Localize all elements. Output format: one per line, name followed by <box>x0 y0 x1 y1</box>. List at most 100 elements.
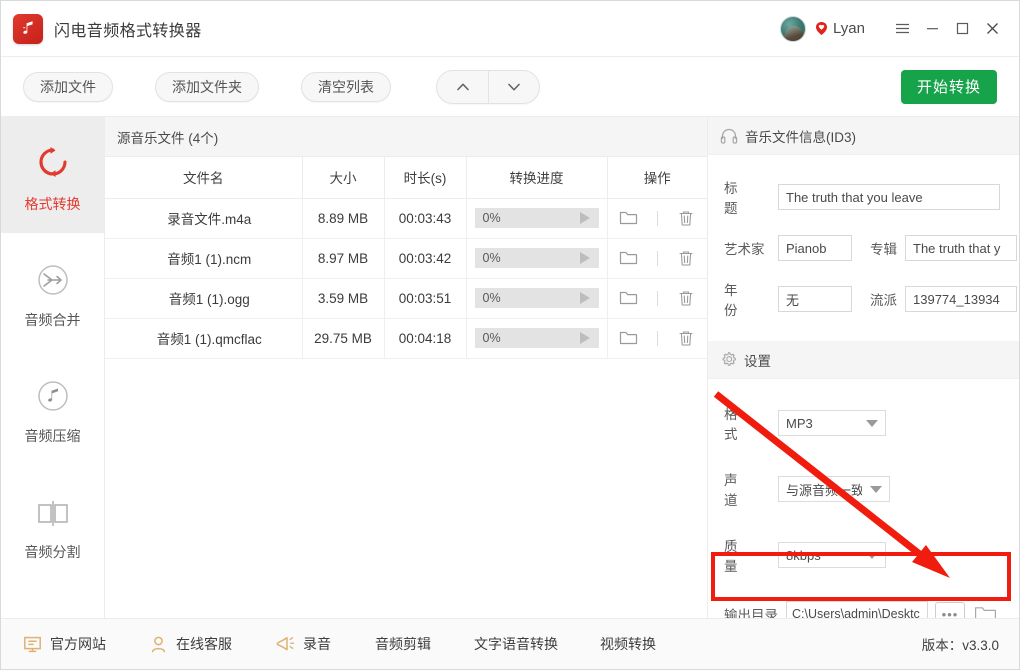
cell-progress: 0% <box>466 278 607 318</box>
avatar[interactable] <box>780 16 806 42</box>
bottom-item-record[interactable]: 录音 <box>274 634 331 654</box>
play-triangle-icon[interactable] <box>580 292 590 304</box>
cell-size: 8.89 MB <box>302 198 384 238</box>
refresh-circle-icon <box>32 137 74 183</box>
sidebar: 格式转换 音频合并 音频压缩 <box>1 117 105 618</box>
id3-title-row: 标 题 The truth that you leave <box>708 177 1019 217</box>
folder-icon[interactable] <box>609 250 649 266</box>
table-row[interactable]: 音频1 (1).ogg 3.59 MB 00:03:51 0% <box>105 278 707 318</box>
bottom-item-tts[interactable]: 文字语音转换 <box>474 634 558 654</box>
id3-genre-label: 流派 <box>870 289 897 309</box>
format-label: 格 式 <box>724 403 778 443</box>
sidebar-label-format-convert: 格式转换 <box>25 194 81 214</box>
cell-filename: 音频1 (1).ncm <box>105 238 302 278</box>
progress-bar: 0% <box>475 248 599 268</box>
progress-value: 0% <box>483 291 501 305</box>
cell-size: 29.75 MB <box>302 318 384 358</box>
gear-icon <box>720 351 737 368</box>
monitor-icon <box>23 635 42 654</box>
row-operations <box>608 210 708 227</box>
quality-row: 质 量 8kbps <box>708 535 1019 575</box>
channel-label: 声 道 <box>724 469 778 509</box>
app-title: 闪电音频格式转换器 <box>54 17 202 41</box>
maximize-icon[interactable] <box>947 14 977 44</box>
close-icon[interactable] <box>977 14 1007 44</box>
chevron-down-icon[interactable] <box>488 71 539 103</box>
progress-value: 0% <box>483 211 501 225</box>
cell-duration: 00:03:51 <box>384 278 466 318</box>
sidebar-item-audio-split[interactable]: 音频分割 <box>1 465 104 581</box>
column-header-progress: 转换进度 <box>466 157 607 198</box>
quality-select-value: 8kbps <box>786 548 858 563</box>
sidebar-item-audio-merge[interactable]: 音频合并 <box>1 233 104 349</box>
bottom-item-audio-edit[interactable]: 音频剪辑 <box>375 634 431 654</box>
id3-genre-input[interactable]: 139774_13934 <box>905 286 1017 312</box>
cell-progress: 0% <box>466 238 607 278</box>
cell-filename: 录音文件.m4a <box>105 198 302 238</box>
trash-icon[interactable] <box>666 250 706 267</box>
table-row[interactable]: 录音文件.m4a 8.89 MB 00:03:43 0% <box>105 198 707 238</box>
clear-list-button[interactable]: 清空列表 <box>301 72 391 102</box>
row-operations <box>608 250 708 267</box>
vip-heart-badge-icon <box>814 21 829 36</box>
column-header-duration: 时长(s) <box>384 157 466 198</box>
folder-icon[interactable] <box>609 210 649 226</box>
format-row: 格 式 MP3 <box>708 403 1019 443</box>
id3-year-input[interactable]: 无 <box>778 286 852 312</box>
bottom-item-video-convert[interactable]: 视频转换 <box>600 634 656 654</box>
trash-icon[interactable] <box>666 290 706 307</box>
play-triangle-icon[interactable] <box>580 212 590 224</box>
play-triangle-icon[interactable] <box>580 332 590 344</box>
sidebar-label-audio-compress: 音频压缩 <box>25 426 81 446</box>
menu-icon[interactable] <box>887 14 917 44</box>
format-select[interactable]: MP3 <box>778 410 886 436</box>
id3-title-input[interactable]: The truth that you leave <box>778 184 1000 210</box>
user-name[interactable]: Lyan <box>833 20 865 37</box>
quality-select[interactable]: 8kbps <box>778 542 886 568</box>
bottom-item-official-website[interactable]: 官方网站 <box>23 634 106 654</box>
progress-bar: 0% <box>475 288 599 308</box>
id3-year-label: 年 份 <box>724 279 778 319</box>
table-header-row: 文件名 大小 时长(s) 转换进度 操作 <box>105 157 707 198</box>
app-window: 闪电音频格式转换器 Lyan <box>0 0 1020 670</box>
id3-artist-label: 艺术家 <box>724 238 778 258</box>
channel-select[interactable]: 与源音频一致 <box>778 476 890 502</box>
cell-filename: 音频1 (1).ogg <box>105 278 302 318</box>
table-row[interactable]: 音频1 (1).ncm 8.97 MB 00:03:42 0% <box>105 238 707 278</box>
id3-year-genre-row: 年 份 无 流派 139774_13934 <box>708 279 1019 319</box>
sidebar-item-format-convert[interactable]: 格式转换 <box>1 117 104 233</box>
start-convert-button[interactable]: 开始转换 <box>901 70 997 104</box>
progress-value: 0% <box>483 331 501 345</box>
folder-icon[interactable] <box>609 330 649 346</box>
chevron-up-icon[interactable] <box>437 71 488 103</box>
move-buttons-group <box>436 70 540 104</box>
add-file-button[interactable]: 添加文件 <box>23 72 113 102</box>
operation-separator <box>657 291 658 306</box>
bottom-label-video-convert: 视频转换 <box>600 634 656 654</box>
bottom-label-online-support: 在线客服 <box>176 634 232 654</box>
row-operations <box>608 330 708 347</box>
id3-album-input[interactable]: The truth that y <box>905 235 1017 261</box>
settings-panel-header: 设置 <box>708 341 1019 379</box>
trash-icon[interactable] <box>666 330 706 347</box>
sidebar-item-audio-compress[interactable]: 音频压缩 <box>1 349 104 465</box>
cell-progress: 0% <box>466 318 607 358</box>
format-select-value: MP3 <box>786 416 858 431</box>
cell-operations <box>607 318 707 358</box>
right-panel: 音乐文件信息(ID3) 标 题 The truth that you leave… <box>707 117 1019 618</box>
add-folder-button[interactable]: 添加文件夹 <box>155 72 259 102</box>
megaphone-icon <box>274 635 295 654</box>
progress-value: 0% <box>483 251 501 265</box>
cell-operations <box>607 238 707 278</box>
channel-select-value: 与源音频一致 <box>786 480 862 499</box>
operation-separator <box>657 331 658 346</box>
trash-icon[interactable] <box>666 210 706 227</box>
cell-duration: 00:04:18 <box>384 318 466 358</box>
table-row[interactable]: 音频1 (1).qmcflac 29.75 MB 00:04:18 0% <box>105 318 707 358</box>
play-triangle-icon[interactable] <box>580 252 590 264</box>
folder-icon[interactable] <box>609 290 649 306</box>
id3-artist-input[interactable]: Pianob <box>778 235 852 261</box>
column-header-operations: 操作 <box>607 157 707 198</box>
minimize-icon[interactable] <box>917 14 947 44</box>
bottom-item-online-support[interactable]: 在线客服 <box>149 634 232 654</box>
